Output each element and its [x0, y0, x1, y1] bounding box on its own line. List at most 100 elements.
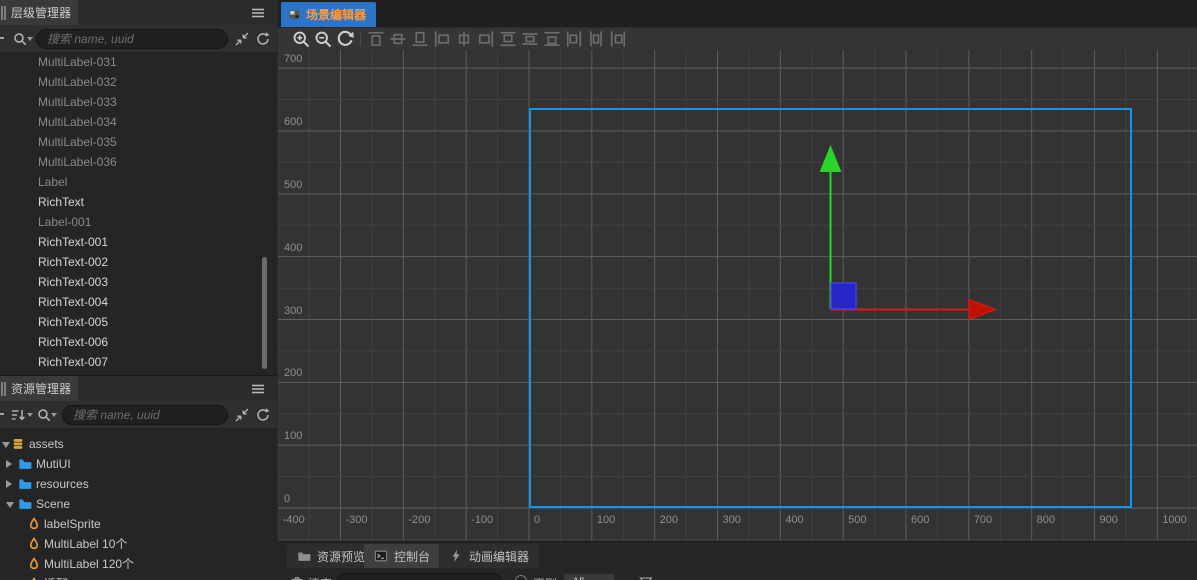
hierarchy-item[interactable]: RichText-006	[0, 332, 277, 352]
distribute-vertical-center-icon[interactable]	[519, 29, 541, 49]
hierarchy-item[interactable]: MultiLabel-033	[0, 92, 277, 112]
scene-tab-icon	[288, 8, 301, 21]
align-bottom-icon[interactable]	[409, 29, 431, 49]
hierarchy-item[interactable]: RichText-007	[0, 352, 277, 372]
distribute-bottom-icon[interactable]	[541, 29, 563, 49]
ruler-x-label: 1000	[1162, 514, 1187, 526]
ruler-y-label: 200	[284, 367, 303, 380]
distribute-horizontal-center-icon[interactable]	[585, 29, 607, 49]
reset-view-icon[interactable]	[334, 29, 356, 49]
scene-editor: 场景编辑器 0 100 200 300 400 500 600 700 -400 -300 -200…	[278, 0, 1197, 580]
asset-item[interactable]: MultiLabel 120个	[0, 554, 277, 574]
chevron-right-icon[interactable]	[6, 460, 12, 468]
asset-item-label: assets	[29, 437, 64, 451]
hierarchy-search-input[interactable]	[36, 29, 228, 49]
asset-item[interactable]: 适配	[0, 574, 277, 580]
gizmo-x-arrowhead-icon[interactable]	[968, 298, 998, 321]
hierarchy-item[interactable]: MultiLabel-032	[0, 72, 277, 92]
ruler-y-label: 500	[284, 178, 303, 191]
funnel-icon[interactable]	[638, 575, 654, 580]
distribute-left-icon[interactable]	[563, 29, 585, 49]
console-filter-input[interactable]	[336, 573, 502, 580]
trash-icon[interactable]	[289, 575, 305, 580]
asset-item[interactable]: resources	[0, 474, 277, 494]
collapse-icon[interactable]	[234, 407, 250, 423]
hierarchy-item[interactable]: MultiLabel-036	[0, 152, 277, 172]
move-gizmo[interactable]	[278, 50, 1197, 580]
distribute-right-icon[interactable]	[607, 29, 629, 49]
assets-panel-title: 资源管理器	[11, 382, 72, 396]
hierarchy-panel-tab[interactable]: 层级管理器	[0, 0, 78, 25]
hierarchy-item[interactable]: MultiLabel-034	[0, 112, 277, 132]
hierarchy-item[interactable]: Label	[0, 172, 277, 192]
hierarchy-menu-icon[interactable]	[250, 5, 266, 21]
asset-item[interactable]: MultiLabel 10个	[0, 534, 277, 554]
bottom-tab-console[interactable]: 控制台	[364, 544, 441, 568]
gizmo-xy-handle[interactable]	[830, 282, 857, 310]
search-icon[interactable]	[12, 31, 28, 47]
search-filter-caret-icon[interactable]	[51, 413, 57, 417]
hierarchy-item[interactable]: RichText-001	[0, 232, 277, 252]
distribute-top-icon[interactable]	[497, 29, 519, 49]
bottom-panel: 资源预览 控制台 动画编辑器 清空 正则 All	[278, 541, 1197, 580]
scene-toolbar	[278, 27, 1197, 50]
align-top-icon[interactable]	[365, 29, 387, 49]
align-vertical-center-icon[interactable]	[387, 29, 409, 49]
align-left-icon[interactable]	[431, 29, 453, 49]
log-level-select[interactable]: All	[563, 573, 615, 580]
hierarchy-item[interactable]: RichText	[0, 192, 277, 212]
refresh-icon[interactable]	[255, 407, 271, 423]
asset-item-label: labelSprite	[44, 517, 101, 531]
hierarchy-item[interactable]: RichText-003	[0, 272, 277, 292]
animation-icon	[449, 549, 463, 563]
bottom-tab-asset-preview[interactable]: 资源预览	[287, 544, 376, 568]
bottom-tab-animation-editor[interactable]: 动画编辑器	[439, 544, 540, 568]
hierarchy-item[interactable]: RichText-002	[0, 252, 277, 272]
ruler-x-label: -200	[408, 514, 431, 526]
hierarchy-search-row	[0, 25, 277, 52]
search-filter-caret-icon[interactable]	[27, 37, 33, 41]
scene-canvas[interactable]: 0 100 200 300 400 500 600 700 -400 -300 -200 -100 0 1…	[278, 50, 1197, 580]
asset-item[interactable]: Scene	[0, 494, 277, 514]
hierarchy-item[interactable]: MultiLabel-031	[0, 52, 277, 72]
assets-panel: 资源管理器 assets MutiUI resources Scene labelSpr…	[0, 375, 277, 580]
clear-button[interactable]: 清空	[308, 575, 332, 580]
assets-panel-tab[interactable]: 资源管理器	[0, 376, 78, 401]
bottom-tab-label: 控制台	[394, 549, 431, 564]
scene-file-icon	[27, 537, 41, 551]
hierarchy-item[interactable]: RichText-005	[0, 312, 277, 332]
terminal-icon	[374, 549, 388, 563]
zoom-out-icon[interactable]	[312, 29, 334, 49]
search-icon[interactable]	[36, 407, 52, 423]
asset-item[interactable]: labelSprite	[0, 514, 277, 534]
hierarchy-item[interactable]: MultiLabel-035	[0, 132, 277, 152]
align-right-icon[interactable]	[475, 29, 497, 49]
scrollbar-thumb[interactable]	[262, 257, 267, 369]
chevron-right-icon[interactable]	[6, 480, 12, 488]
hierarchy-panel: 层级管理器 MultiLabel-031MultiLabel-032MultiL…	[0, 0, 277, 374]
ruler-x-label: 900	[1099, 514, 1118, 526]
panel-drag-handle-icon[interactable]	[1, 5, 6, 20]
ruler-y-label: 300	[284, 304, 303, 317]
hierarchy-item[interactable]: Label-001	[0, 212, 277, 232]
asset-item[interactable]: assets	[0, 434, 277, 454]
gizmo-y-arrowhead-icon[interactable]	[819, 145, 842, 172]
chevron-down-icon[interactable]	[6, 502, 14, 508]
zoom-in-icon[interactable]	[290, 29, 312, 49]
sort-icon[interactable]	[10, 407, 26, 423]
create-asset-button[interactable]	[0, 410, 5, 418]
assets-search-input[interactable]	[62, 405, 228, 425]
asset-item[interactable]: MutiUI	[0, 454, 277, 474]
collapse-icon[interactable]	[234, 31, 250, 47]
assets-menu-icon[interactable]	[250, 381, 266, 397]
refresh-icon[interactable]	[255, 31, 271, 47]
tab-scene-editor[interactable]: 场景编辑器	[281, 2, 377, 27]
create-node-button[interactable]	[0, 34, 5, 42]
panel-drag-handle-icon[interactable]	[1, 381, 6, 396]
hierarchy-item[interactable]: RichText-004	[0, 292, 277, 312]
asset-item-label: MutiUI	[36, 457, 71, 471]
regex-checkbox[interactable]	[515, 575, 527, 580]
chevron-down-icon[interactable]	[2, 442, 10, 448]
align-horizontal-center-icon[interactable]	[453, 29, 475, 49]
sort-caret-icon[interactable]	[27, 413, 33, 417]
